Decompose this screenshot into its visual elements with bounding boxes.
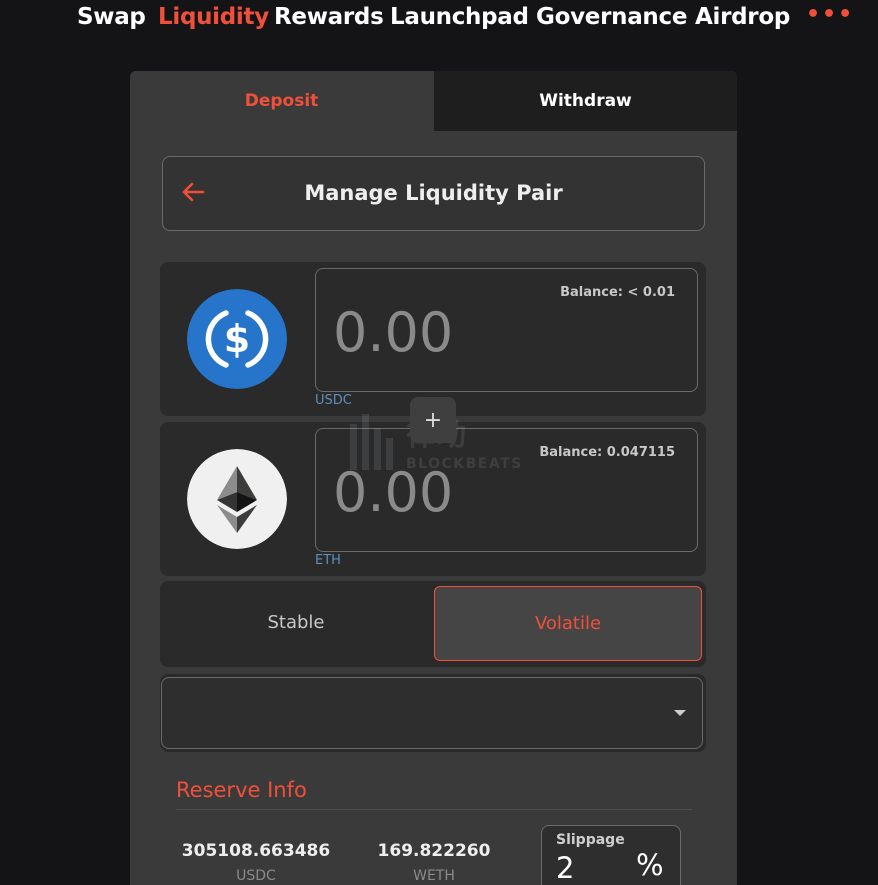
token-card-usdc: $ Balance: < 0.01 USDC [160,262,706,416]
tab-withdraw[interactable]: Withdraw [434,71,737,131]
eth-logo-icon [187,449,287,549]
reserve-weth-unit: WETH [413,868,455,884]
slippage-percent: % [636,848,664,882]
pool-type-toggle: Stable Volatile [160,581,706,667]
top-nav: Swap Liquidity Rewards Launchpad Governa… [0,0,878,40]
slippage-input[interactable] [556,848,616,885]
usdc-amount-box: Balance: < 0.01 [315,268,698,392]
token-card-eth: Balance: 0.047115 ETH [160,422,706,576]
nav-item-swap[interactable]: Swap [77,4,146,30]
volatile-option[interactable]: Volatile [434,586,702,661]
manage-pair-header: Manage Liquidity Pair [162,156,705,231]
usdc-logo-icon: $ [187,289,287,389]
nav-item-launchpad[interactable]: Launchpad [390,4,529,30]
pair-select-dropdown[interactable] [161,677,703,749]
add-pair-plus-icon[interactable]: + [410,397,456,443]
eth-symbol: ETH [315,553,341,568]
nav-item-liquidity[interactable]: Liquidity [158,4,269,30]
reserve-weth-value: 169.822260 [377,841,491,861]
stable-option[interactable]: Stable [160,585,432,659]
more-menu-icon[interactable]: ••• [806,2,854,27]
reserve-usdc-unit: USDC [236,868,276,884]
usdc-symbol: USDC [315,393,352,408]
reserve-usdc-value: 305108.663486 [181,841,331,861]
usdc-amount-input[interactable] [333,299,673,365]
pair-select-card [160,674,706,752]
eth-amount-box: Balance: 0.047115 [315,428,698,552]
slippage-label: Slippage [556,832,625,848]
eth-amount-input[interactable] [333,459,673,525]
page-title: Manage Liquidity Pair [304,181,563,205]
liquidity-panel: Deposit Withdraw Manage Liquidity Pair $… [130,71,737,885]
reserve-info-title: Reserve Info [176,778,307,802]
usdc-balance: Balance: < 0.01 [560,285,675,300]
nav-item-governance[interactable]: Governance [536,4,687,30]
svg-text:$: $ [224,317,250,361]
eth-balance: Balance: 0.047115 [539,445,675,460]
divider [176,809,692,810]
nav-item-rewards[interactable]: Rewards [274,4,384,30]
slippage-box: Slippage % [541,825,681,885]
nav-item-airdrop[interactable]: Airdrop [695,4,790,30]
tab-deposit[interactable]: Deposit [130,71,433,131]
chevron-down-icon [674,710,686,716]
